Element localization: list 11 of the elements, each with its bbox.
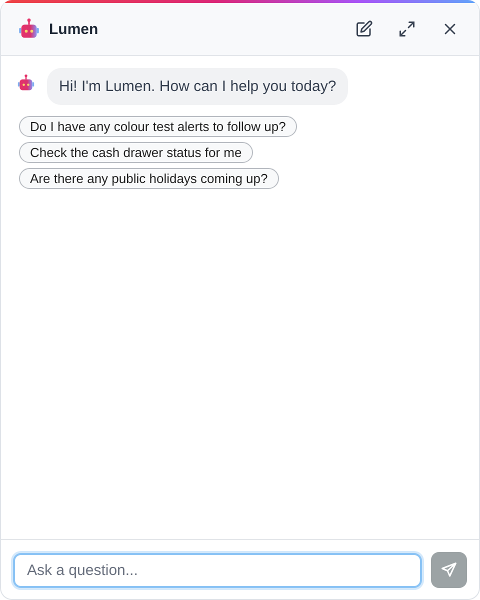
question-field[interactable]: Ask a question... xyxy=(13,552,422,588)
edit-icon xyxy=(355,20,373,38)
send-icon xyxy=(440,561,458,579)
assistant-name: Lumen xyxy=(49,20,100,38)
robot-icon xyxy=(17,74,35,92)
suggestion-chip[interactable]: Do I have any colour test alerts to follow up? xyxy=(19,116,297,137)
expand-icon xyxy=(398,20,416,38)
robot-icon xyxy=(18,18,40,40)
suggestion-chip[interactable]: Are there any public holidays coming up? xyxy=(19,168,279,189)
message-bubble: Hi! I'm Lumen. How can I help you today? xyxy=(47,68,348,105)
suggestion-chip[interactable]: Check the cash drawer status for me xyxy=(19,142,253,163)
